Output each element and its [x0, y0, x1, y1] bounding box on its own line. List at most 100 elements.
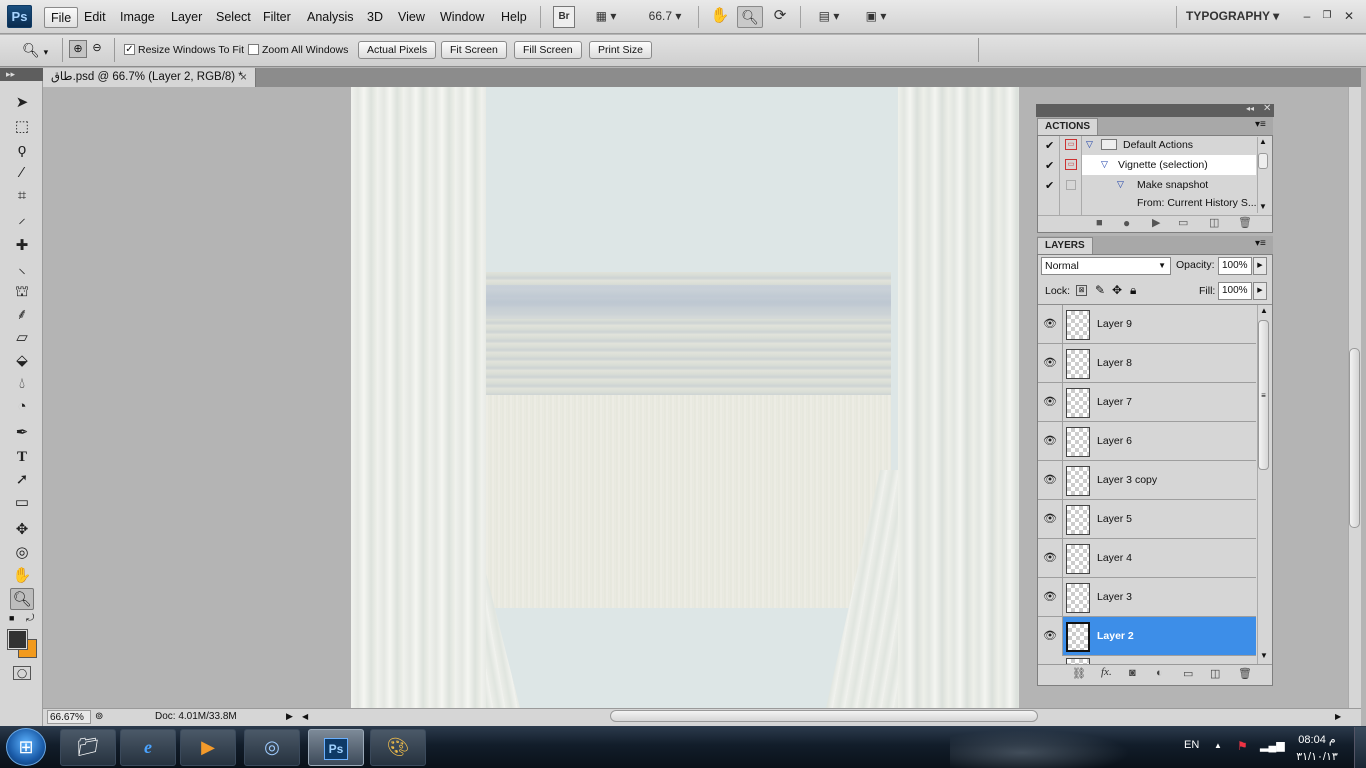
zoom-tool-icon[interactable]: 🔍︎	[737, 6, 763, 28]
app-taskbar-icon[interactable]: ◎	[244, 729, 300, 766]
expand-triangle-icon[interactable]: ▽	[1101, 159, 1108, 170]
layer-style-icon[interactable]: fx.	[1101, 666, 1112, 678]
zoom-level-dropdown[interactable]: 66.7 ▾	[640, 6, 690, 28]
new-layer-icon[interactable]: ◫	[1210, 667, 1220, 680]
quick-mask-icon[interactable]: ◯	[13, 666, 31, 680]
visibility-eye-icon[interactable]: 👁︎	[1043, 395, 1057, 409]
action-toggle-checkbox[interactable]: ✔	[1045, 179, 1054, 192]
visibility-eye-icon[interactable]: 👁︎	[1043, 551, 1057, 565]
lock-transparent-pixels-icon[interactable]: ⊠	[1076, 285, 1087, 296]
rotate-view-icon[interactable]: ⟳	[768, 6, 792, 28]
stop-icon[interactable]: ■	[1096, 217, 1103, 229]
menu-window[interactable]: Window	[434, 7, 490, 28]
dialog-toggle-icon[interactable]: ▭	[1065, 139, 1077, 150]
arrange-documents-icon[interactable]: ▤ ▾	[810, 6, 848, 28]
brush-tool-icon[interactable]: ⸜	[10, 258, 34, 280]
fill-screen-button[interactable]: Fill Screen	[514, 41, 582, 59]
clone-stamp-tool-icon[interactable]: ⛫	[10, 281, 34, 303]
zoom-in-icon[interactable]: ⊕	[69, 40, 87, 58]
lasso-tool-icon[interactable]: ϙ	[10, 139, 34, 161]
network-signal-icon[interactable]: ▂▄▆	[1260, 739, 1285, 752]
close-panel-dock-icon[interactable]: ✕	[1263, 103, 1271, 114]
menu-image[interactable]: Image	[114, 7, 161, 28]
clock-date[interactable]: ٣١/١٠/١٣	[1292, 750, 1342, 763]
eraser-tool-icon[interactable]: ▱	[10, 327, 34, 349]
expand-triangle-icon[interactable]: ▽	[1117, 179, 1124, 190]
layer-row[interactable]: 👁︎ Layer 4	[1038, 539, 1256, 578]
print-size-button[interactable]: Print Size	[589, 41, 652, 59]
menu-select[interactable]: Select	[210, 7, 257, 28]
zoom-all-windows-checkbox[interactable]	[248, 44, 259, 55]
scroll-up-icon[interactable]: ▲	[1259, 137, 1267, 146]
menu-edit[interactable]: Edit	[78, 7, 112, 28]
scroll-up-icon[interactable]: ▲	[1260, 306, 1268, 315]
move-tool-icon[interactable]: ➤	[10, 92, 34, 114]
lock-position-icon[interactable]: ✥	[1112, 283, 1122, 297]
layer-row[interactable]: 👁︎ Layer 8	[1038, 344, 1256, 383]
visibility-eye-icon[interactable]: 👁︎	[1043, 317, 1057, 331]
healing-brush-tool-icon[interactable]: ✚	[10, 235, 34, 257]
layer-row[interactable]: 👁︎ Layer 3	[1038, 578, 1256, 617]
path-selection-tool-icon[interactable]: ➚	[10, 469, 34, 491]
show-desktop-button[interactable]	[1354, 727, 1366, 768]
visibility-eye-icon[interactable]: 👁︎	[1043, 434, 1057, 448]
actual-pixels-button[interactable]: Actual Pixels	[358, 41, 437, 59]
crop-tool-icon[interactable]: ⌗	[10, 185, 34, 207]
menu-filter[interactable]: Filter	[257, 7, 297, 28]
bridge-button[interactable]: Br	[553, 6, 575, 28]
action-center-flag-icon[interactable]: ⚑	[1237, 739, 1248, 753]
close-document-icon[interactable]: ×	[240, 68, 247, 86]
explorer-taskbar-icon[interactable]: 📁︎	[60, 729, 116, 766]
action-step-make-snapshot[interactable]: Make snapshot	[1137, 176, 1208, 196]
internet-explorer-taskbar-icon[interactable]: e	[120, 729, 176, 766]
visibility-eye-icon[interactable]: 👁︎	[1043, 473, 1057, 487]
3d-rotate-tool-icon[interactable]: ✥	[10, 519, 34, 541]
new-group-icon[interactable]: ▭	[1183, 667, 1193, 680]
screen-mode-icon[interactable]: ▣ ▾	[857, 6, 895, 28]
layer-row[interactable]: 👁︎ Layer 6	[1038, 422, 1256, 461]
menu-file[interactable]: File	[44, 7, 79, 28]
vertical-scroll-thumb[interactable]	[1349, 348, 1360, 528]
layer-row[interactable]: 👁︎ Layer 9	[1038, 305, 1256, 344]
visibility-eye-icon[interactable]: 👁︎	[1038, 617, 1062, 656]
type-tool-icon[interactable]: T	[10, 446, 34, 468]
restore-icon[interactable]: ❐	[1318, 6, 1336, 28]
mini-bridge-icon[interactable]: ▦ ▾	[588, 6, 624, 28]
menu-3d[interactable]: 3D	[361, 7, 389, 28]
zoom-tool-icon[interactable]: 🔍︎	[10, 588, 34, 610]
language-indicator[interactable]: EN	[1184, 739, 1199, 751]
3d-orbit-tool-icon[interactable]: ◎	[10, 542, 34, 564]
paint-taskbar-icon[interactable]: 🎨︎	[370, 729, 426, 766]
menu-analysis[interactable]: Analysis	[301, 7, 360, 28]
lock-image-pixels-icon[interactable]: ✎	[1095, 283, 1105, 297]
show-hidden-icons-icon[interactable]: ▲	[1214, 741, 1222, 750]
delete-layer-icon[interactable]: 🗑︎	[1238, 667, 1252, 680]
opacity-input[interactable]: 100%	[1218, 257, 1252, 275]
status-info-icon[interactable]: ⊚	[95, 710, 103, 724]
layer-mask-icon[interactable]: ◙	[1129, 667, 1136, 679]
menu-view[interactable]: View	[392, 7, 431, 28]
fill-slider-arrow-icon[interactable]: ▶	[1253, 282, 1267, 300]
action-toggle-checkbox[interactable]: ✔	[1045, 159, 1054, 172]
toolbox-collapse-icon[interactable]: ▸▸	[0, 68, 43, 81]
swap-colors-icon[interactable]: ⤾	[26, 613, 34, 624]
fit-screen-button[interactable]: Fit Screen	[441, 41, 507, 59]
zoom-preset-icon[interactable]: 🔍︎ ▾	[22, 42, 48, 59]
paint-bucket-tool-icon[interactable]: ⬙	[10, 350, 34, 372]
visibility-eye-icon[interactable]: 👁︎	[1043, 512, 1057, 526]
dialog-toggle-icon[interactable]	[1066, 180, 1076, 190]
document-tab[interactable]: طاق.psd @ 66.7% (Layer 2, RGB/8) *	[43, 68, 256, 87]
layer-row-selected[interactable]: 👁︎ Layer 2	[1038, 617, 1256, 656]
trash-icon[interactable]: 🗑︎	[1238, 216, 1252, 229]
layer-row[interactable]: 👁︎ Layer 5	[1038, 500, 1256, 539]
marquee-tool-icon[interactable]: ⬚	[10, 116, 34, 138]
hand-tool-icon[interactable]: ✋	[708, 6, 732, 28]
collapse-panels-icon[interactable]: ◂◂	[1246, 104, 1254, 113]
layer-row[interactable]: 👁︎ Layer 7	[1038, 383, 1256, 422]
scroll-down-icon[interactable]: ▼	[1259, 202, 1267, 211]
menu-help[interactable]: Help	[495, 7, 533, 28]
layers-tab[interactable]: LAYERS	[1037, 237, 1093, 254]
start-button-icon[interactable]: ⊞	[6, 728, 46, 766]
scroll-down-icon[interactable]: ▼	[1260, 651, 1268, 660]
actions-panel-menu-icon[interactable]: ▾≡	[1255, 119, 1266, 130]
